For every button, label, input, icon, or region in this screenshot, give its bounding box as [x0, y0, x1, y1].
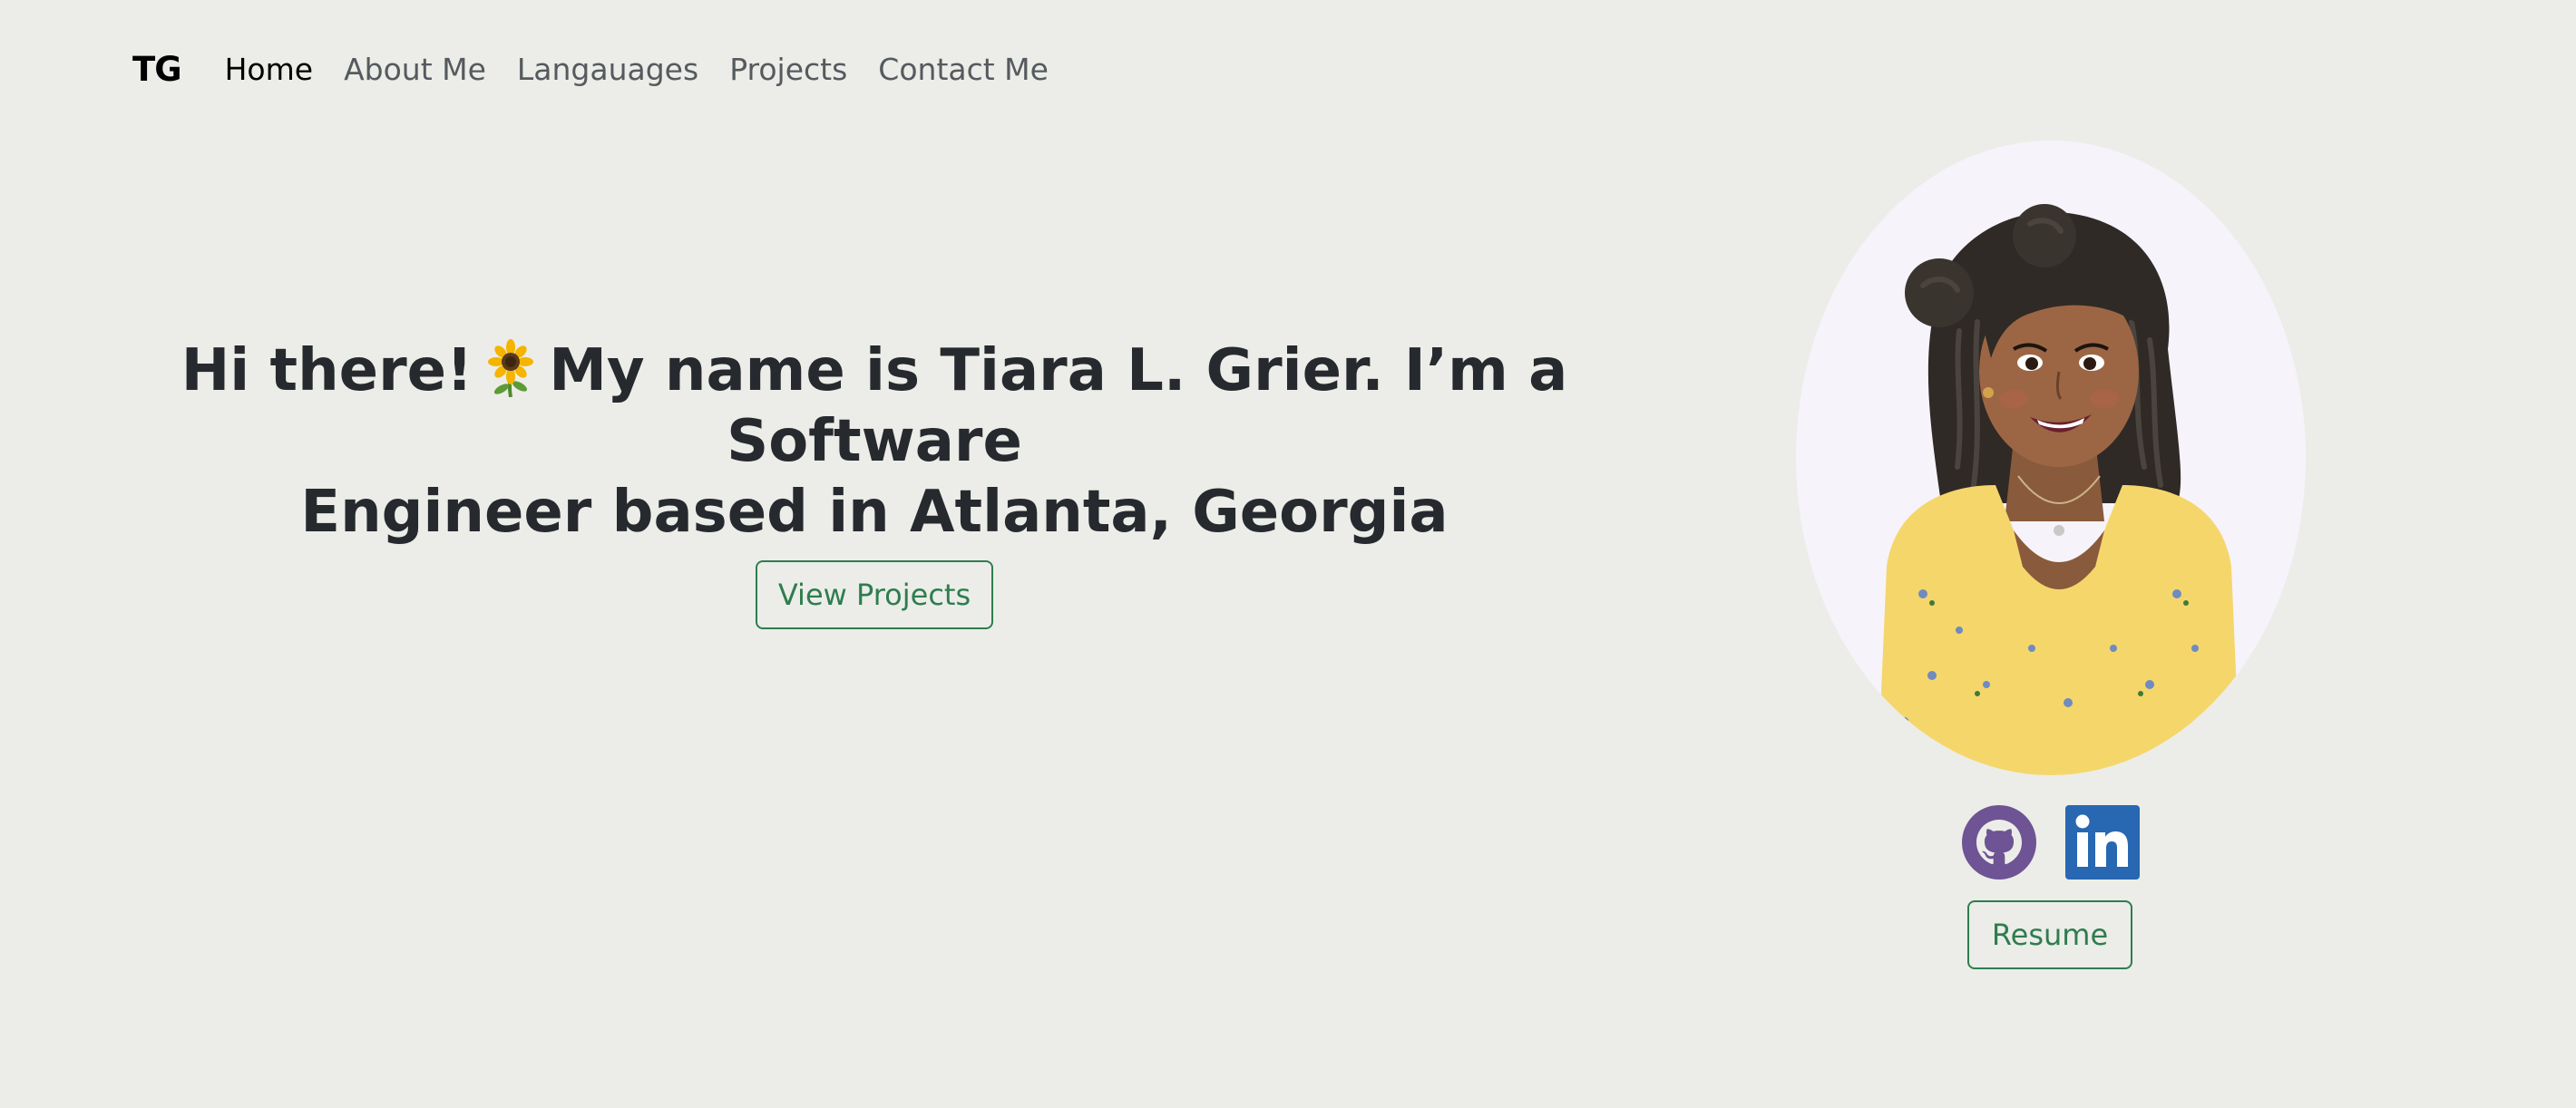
- brand-logo[interactable]: TG: [132, 50, 182, 89]
- social-links: [1962, 805, 2140, 880]
- hero-title-line2: Engineer based in Atlanta, Georgia: [300, 479, 1449, 546]
- github-icon: [1962, 805, 2036, 880]
- linkedin-link[interactable]: [2065, 805, 2140, 880]
- hero-section: Hi there! My name is Tiara L. Grier. I’m…: [73, 335, 1676, 629]
- hero-greeting: Hi there!: [181, 337, 473, 404]
- nav-link-languages[interactable]: Langauages: [517, 52, 698, 87]
- linkedin-icon: [2065, 805, 2140, 880]
- navbar: TG Home About Me Langauages Projects Con…: [132, 36, 1049, 102]
- resume-button[interactable]: Resume: [1967, 900, 2132, 969]
- hero-title: Hi there! My name is Tiara L. Grier. I’m…: [73, 335, 1676, 548]
- avatar: [1796, 141, 2306, 775]
- hero-title-line1: My name is Tiara L. Grier. I’m a Softwar…: [549, 337, 1568, 475]
- nav-links: Home About Me Langauages Projects Contac…: [225, 52, 1049, 87]
- nav-link-projects[interactable]: Projects: [729, 52, 847, 87]
- cartoon-avatar-icon: [1878, 204, 2240, 775]
- sunflower-icon: [482, 339, 540, 398]
- nav-link-home[interactable]: Home: [225, 52, 313, 87]
- nav-link-contact-me[interactable]: Contact Me: [878, 52, 1049, 87]
- nav-link-about-me[interactable]: About Me: [344, 52, 486, 87]
- github-link[interactable]: [1962, 805, 2036, 880]
- view-projects-button[interactable]: View Projects: [756, 560, 993, 629]
